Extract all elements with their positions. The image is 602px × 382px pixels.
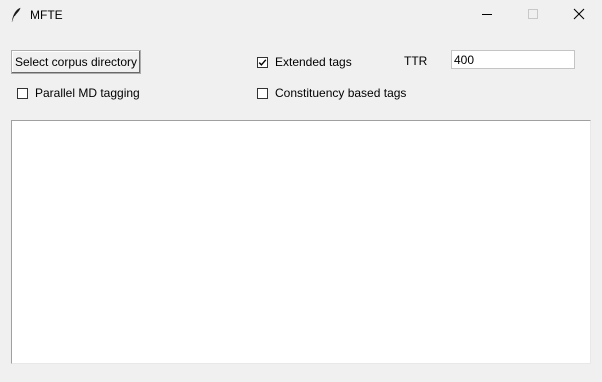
output-text-area[interactable] bbox=[11, 120, 591, 364]
feather-icon bbox=[10, 7, 22, 23]
minimize-button[interactable] bbox=[464, 0, 510, 30]
title-bar[interactable]: MFTE bbox=[0, 0, 602, 30]
checkbox-checked-icon[interactable] bbox=[257, 56, 268, 68]
minimize-icon bbox=[481, 8, 493, 23]
parallel-md-tagging-label: Parallel MD tagging bbox=[35, 86, 140, 100]
window-title: MFTE bbox=[30, 8, 63, 22]
maximize-button[interactable] bbox=[510, 0, 556, 30]
constituency-tags-label: Constituency based tags bbox=[275, 86, 407, 100]
checkbox-unchecked-icon[interactable] bbox=[17, 87, 28, 99]
extended-tags-label: Extended tags bbox=[275, 55, 352, 69]
close-button[interactable] bbox=[556, 0, 602, 30]
checkbox-unchecked-icon[interactable] bbox=[257, 87, 268, 99]
maximize-icon bbox=[527, 8, 539, 23]
constituency-tags-checkbox[interactable]: Constituency based tags bbox=[257, 85, 406, 101]
select-corpus-directory-button[interactable]: Select corpus directory bbox=[11, 50, 141, 74]
close-icon bbox=[573, 8, 585, 23]
app-window: MFTE Select corpus directory Extended ta… bbox=[0, 0, 602, 382]
ttr-input[interactable] bbox=[451, 50, 575, 69]
parallel-md-tagging-checkbox[interactable]: Parallel MD tagging bbox=[17, 85, 140, 101]
extended-tags-checkbox[interactable]: Extended tags bbox=[257, 54, 352, 70]
ttr-label: TTR bbox=[404, 54, 428, 68]
